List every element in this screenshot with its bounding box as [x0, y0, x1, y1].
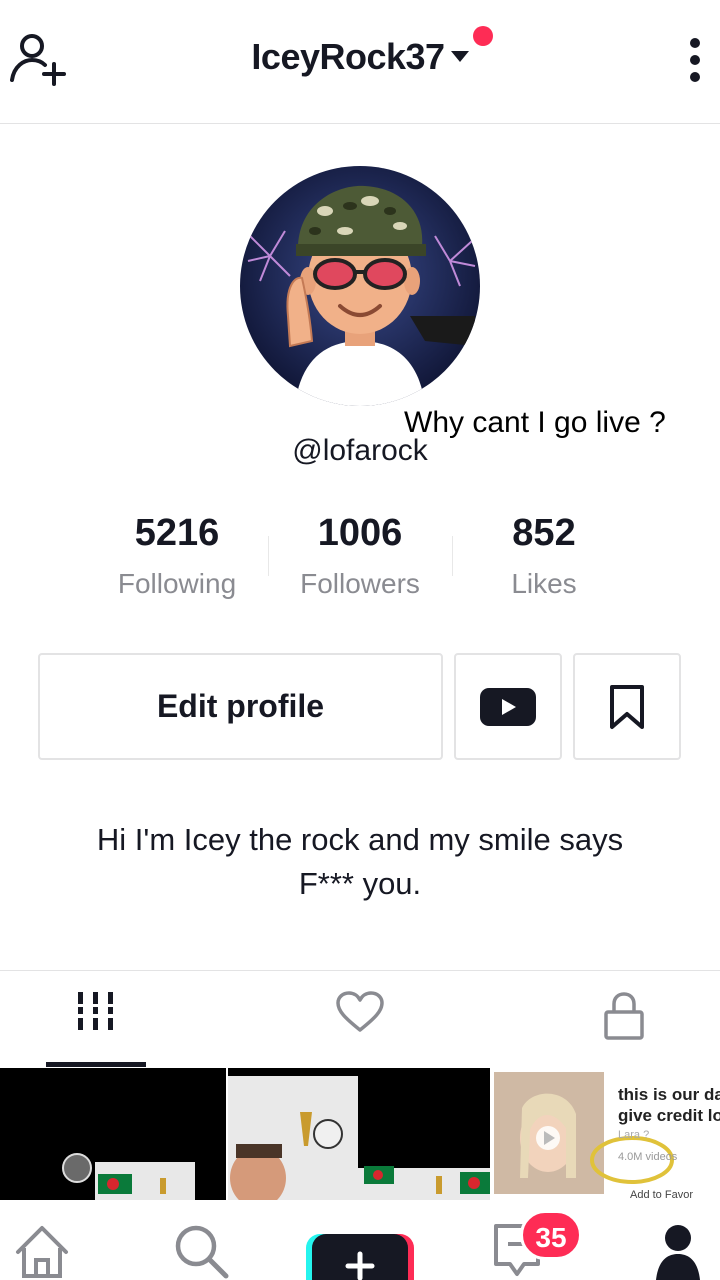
lock-icon [604, 992, 644, 1040]
stat-value: 852 [512, 512, 576, 554]
stat-likes[interactable]: 852 Likes [454, 512, 634, 600]
stat-following[interactable]: 5216 Following [87, 512, 267, 600]
profile-avatar[interactable] [240, 166, 480, 406]
video-thumbnail[interactable]: Lara ? 4.0M videos Add to Favor this is … [492, 1068, 720, 1200]
stat-divider [452, 536, 453, 576]
video-grid: Lara ? 4.0M videos Add to Favor this is … [0, 1068, 720, 1200]
home-icon[interactable] [12, 1222, 72, 1278]
youtube-icon [480, 687, 536, 726]
profile-handle: @lofarock [292, 434, 428, 467]
active-tab-indicator [46, 1062, 146, 1067]
stat-label: Likes [511, 568, 577, 599]
tab-private[interactable] [594, 990, 654, 1050]
youtube-button[interactable] [454, 653, 562, 760]
stat-label: Followers [300, 568, 420, 599]
stat-label: Following [117, 568, 237, 599]
profile-bio: Hi I'm Icey the rock and my smile says F… [40, 818, 680, 906]
profile-header: IceyRock37 [0, 0, 720, 124]
create-button[interactable] [306, 1234, 414, 1280]
inbox-badge: 35 [520, 1210, 582, 1260]
bio-line: F*** you. [298, 866, 422, 901]
plus-icon [306, 1234, 414, 1280]
edit-profile-button[interactable]: Edit profile [38, 653, 443, 760]
favorites-button[interactable] [573, 653, 681, 760]
grid-icon [78, 992, 113, 1030]
stat-value: 1006 [317, 512, 403, 554]
notification-dot [472, 26, 493, 46]
heart-icon [336, 991, 384, 1032]
account-switcher[interactable]: IceyRock37 [0, 26, 720, 78]
video-thumbnail[interactable] [228, 1068, 490, 1200]
stat-value: 5216 [134, 512, 220, 554]
more-options-icon[interactable] [686, 38, 704, 86]
profile-icon[interactable] [654, 1222, 702, 1280]
svg-text:Add to Favor: Add to Favor [630, 1189, 693, 1200]
stat-divider [268, 536, 269, 576]
profile-stats: 5216 Following 1006 Followers 852 Likes [0, 512, 720, 612]
video-thumbnail[interactable] [0, 1068, 226, 1200]
tab-liked[interactable] [330, 990, 390, 1050]
bio-line: Hi I'm Icey the rock and my smile says [96, 822, 624, 857]
svg-text:4.0M videos: 4.0M videos [618, 1151, 678, 1163]
svg-text:Lara ?: Lara ? [618, 1129, 649, 1141]
bookmark-icon [610, 684, 644, 729]
chevron-down-icon [450, 50, 469, 62]
tabs-divider [0, 970, 720, 971]
tab-videos[interactable] [66, 990, 126, 1050]
username-title: IceyRock37 [251, 36, 445, 77]
thumbnail-text: this is our da [618, 1085, 720, 1104]
thumbnail-text: give credit lo [618, 1106, 720, 1125]
search-icon[interactable] [172, 1222, 230, 1280]
stat-followers[interactable]: 1006 Followers [270, 512, 450, 600]
